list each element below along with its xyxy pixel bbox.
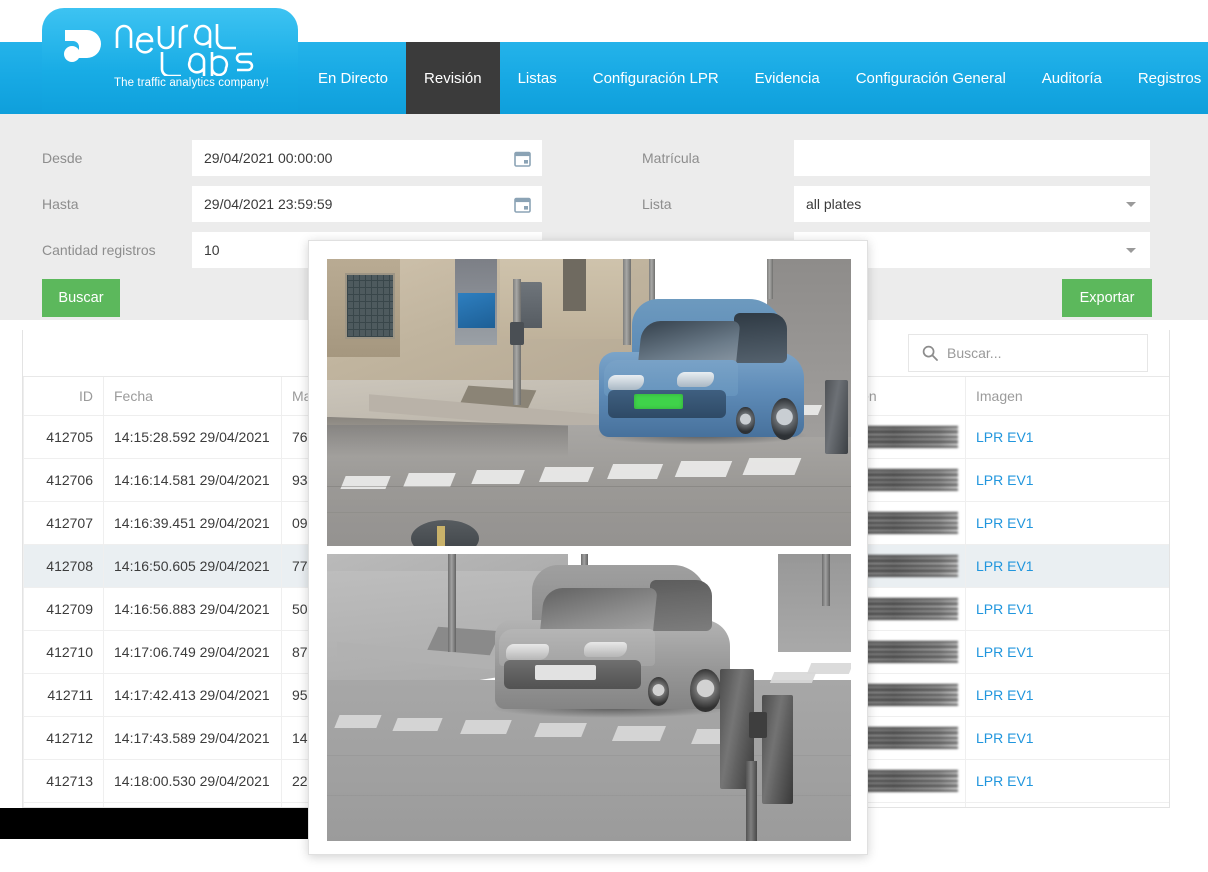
cell-fecha: 14:18:00.530 29/04/2021 [104, 760, 282, 803]
app-header: The traffic analytics company! En Direct… [0, 0, 1208, 114]
cell-lpr-link: LPR EV1 [966, 760, 1170, 803]
lpr-ev1-link[interactable]: LPR EV1 [976, 687, 1034, 703]
cell-lpr-link: LPR EV1 [966, 588, 1170, 631]
nav-item-revision[interactable]: Revisión [406, 42, 500, 114]
lpr-ev1-link[interactable]: LPR EV1 [976, 558, 1034, 574]
nav-item-listas[interactable]: Listas [500, 42, 575, 114]
nav-item-configuracion-lpr[interactable]: Configuración LPR [575, 42, 737, 114]
label-matricula: Matrícula [642, 140, 700, 176]
cell-lpr-link: LPR EV1 [966, 502, 1170, 545]
cell-lpr-link: LPR EV1 [966, 674, 1170, 717]
license-plate [535, 665, 596, 681]
brand-wordmark [114, 22, 286, 81]
desde-datetime-input[interactable]: 29/04/2021 00:00:00 [192, 140, 542, 176]
main-nav: En Directo Revisión Listas Configuración… [300, 42, 1208, 114]
col-header-fecha[interactable]: Fecha [104, 377, 282, 416]
calendar-icon[interactable] [514, 150, 531, 167]
brand-tagline: The traffic analytics company! [114, 77, 269, 89]
cell-lpr-link: LPR EV1 [966, 545, 1170, 588]
hasta-value: 29/04/2021 23:59:59 [192, 196, 514, 212]
cell-fecha: 14:17:43.589 29/04/2021 [104, 717, 282, 760]
cell-id: 412706 [24, 459, 104, 502]
cell-fecha: 14:16:56.883 29/04/2021 [104, 588, 282, 631]
nav-item-evidencia[interactable]: Evidencia [737, 42, 838, 114]
cell-lpr-link: LPR EV1 [966, 803, 1170, 809]
cell-id: 412708 [24, 545, 104, 588]
nav-item-auditoria[interactable]: Auditoría [1024, 42, 1120, 114]
lpr-ev1-link[interactable]: LPR EV1 [976, 644, 1034, 660]
brand-logo[interactable]: The traffic analytics company! [58, 22, 288, 98]
label-lista: Lista [642, 186, 672, 222]
masked-license-plate [634, 394, 683, 409]
calendar-icon[interactable] [514, 196, 531, 213]
col-header-id[interactable]: ID [24, 377, 104, 416]
table-search-placeholder: Buscar... [947, 345, 1001, 361]
cell-fecha: 14:16:39.451 29/04/2021 [104, 502, 282, 545]
lpr-ev1-link[interactable]: LPR EV1 [976, 730, 1034, 746]
cell-fecha: 14:16:14.581 29/04/2021 [104, 459, 282, 502]
cell-id: 412711 [24, 674, 104, 717]
table-search-input[interactable]: Buscar... [908, 334, 1148, 372]
lpr-ev1-link[interactable]: LPR EV1 [976, 515, 1034, 531]
cell-fecha: 14:16:50.605 29/04/2021 [104, 545, 282, 588]
lpr-ev1-link[interactable]: LPR EV1 [976, 601, 1034, 617]
cell-id: 412713 [24, 760, 104, 803]
cell-fecha: 14:17:06.749 29/04/2021 [104, 631, 282, 674]
lista-select[interactable]: all plates [794, 186, 1150, 222]
cell-id: 412712 [24, 717, 104, 760]
lpr-ev1-link[interactable]: LPR EV1 [976, 472, 1034, 488]
chevron-down-icon[interactable] [1126, 202, 1136, 207]
cell-fecha: 14:17:42.413 29/04/2021 [104, 674, 282, 717]
cell-lpr-link: LPR EV1 [966, 459, 1170, 502]
matricula-input[interactable] [794, 140, 1150, 176]
cell-lpr-link: LPR EV1 [966, 416, 1170, 459]
nav-item-configuracion-general[interactable]: Configuración General [838, 42, 1024, 114]
cell-lpr-link: LPR EV1 [966, 717, 1170, 760]
cell-id: 412705 [24, 416, 104, 459]
nav-item-registros[interactable]: Registros [1120, 42, 1208, 114]
buscar-button[interactable]: Buscar [42, 279, 120, 317]
lista-value: all plates [794, 196, 1126, 212]
overview-gray-photo[interactable] [327, 554, 851, 841]
col-header-imagen-2[interactable]: Imagen [966, 377, 1170, 416]
search-icon [922, 345, 938, 361]
nav-item-en-directo[interactable]: En Directo [300, 42, 406, 114]
lpr-ev1-link[interactable]: LPR EV1 [976, 429, 1034, 445]
neural-labs-mark-icon [61, 27, 105, 67]
hasta-datetime-input[interactable]: 29/04/2021 23:59:59 [192, 186, 542, 222]
label-cantidad-registros: Cantidad registros [42, 232, 156, 268]
redaction-bar [0, 808, 312, 839]
cell-id: 412709 [24, 588, 104, 631]
label-hasta: Hasta [42, 186, 79, 222]
lpr-ev1-link[interactable]: LPR EV1 [976, 773, 1034, 789]
exportar-button[interactable]: Exportar [1062, 279, 1152, 317]
overview-color-photo[interactable] [327, 259, 851, 546]
app-root: The traffic analytics company! En Direct… [0, 0, 1208, 872]
cell-lpr-link: LPR EV1 [966, 631, 1170, 674]
cell-fecha: 14:15:28.592 29/04/2021 [104, 416, 282, 459]
image-preview-popup[interactable] [308, 240, 868, 855]
cell-id: 412707 [24, 502, 104, 545]
cell-id: 412710 [24, 631, 104, 674]
desde-value: 29/04/2021 00:00:00 [192, 150, 514, 166]
chevron-down-icon[interactable] [1126, 248, 1136, 253]
label-desde: Desde [42, 140, 82, 176]
